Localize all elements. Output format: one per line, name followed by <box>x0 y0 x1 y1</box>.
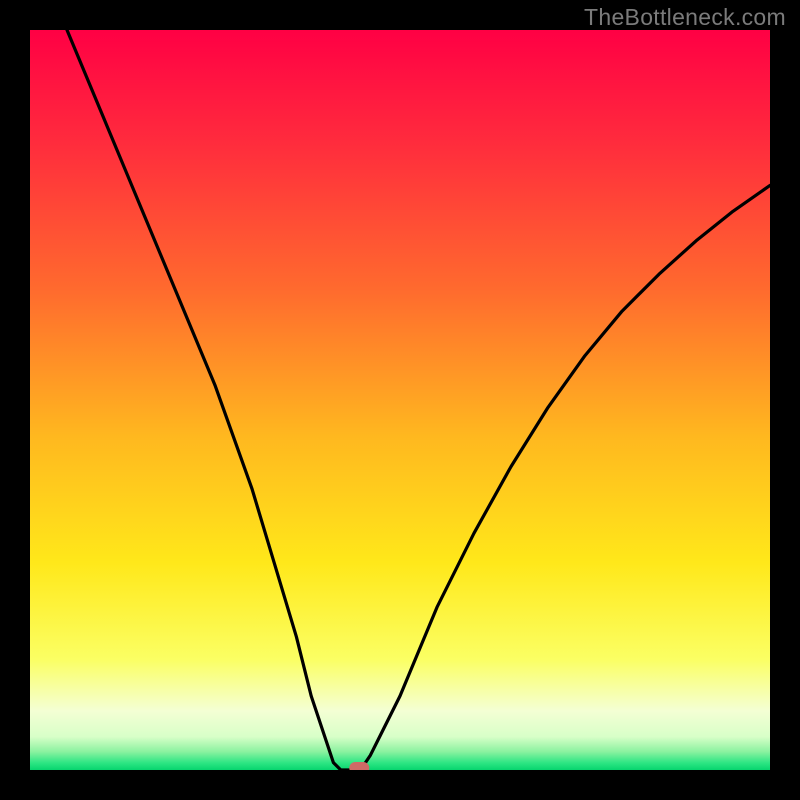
optimum-marker <box>349 762 369 770</box>
chart-frame: TheBottleneck.com <box>0 0 800 800</box>
watermark-text: TheBottleneck.com <box>584 4 786 31</box>
bottleneck-chart <box>30 30 770 770</box>
plot-background <box>30 30 770 770</box>
